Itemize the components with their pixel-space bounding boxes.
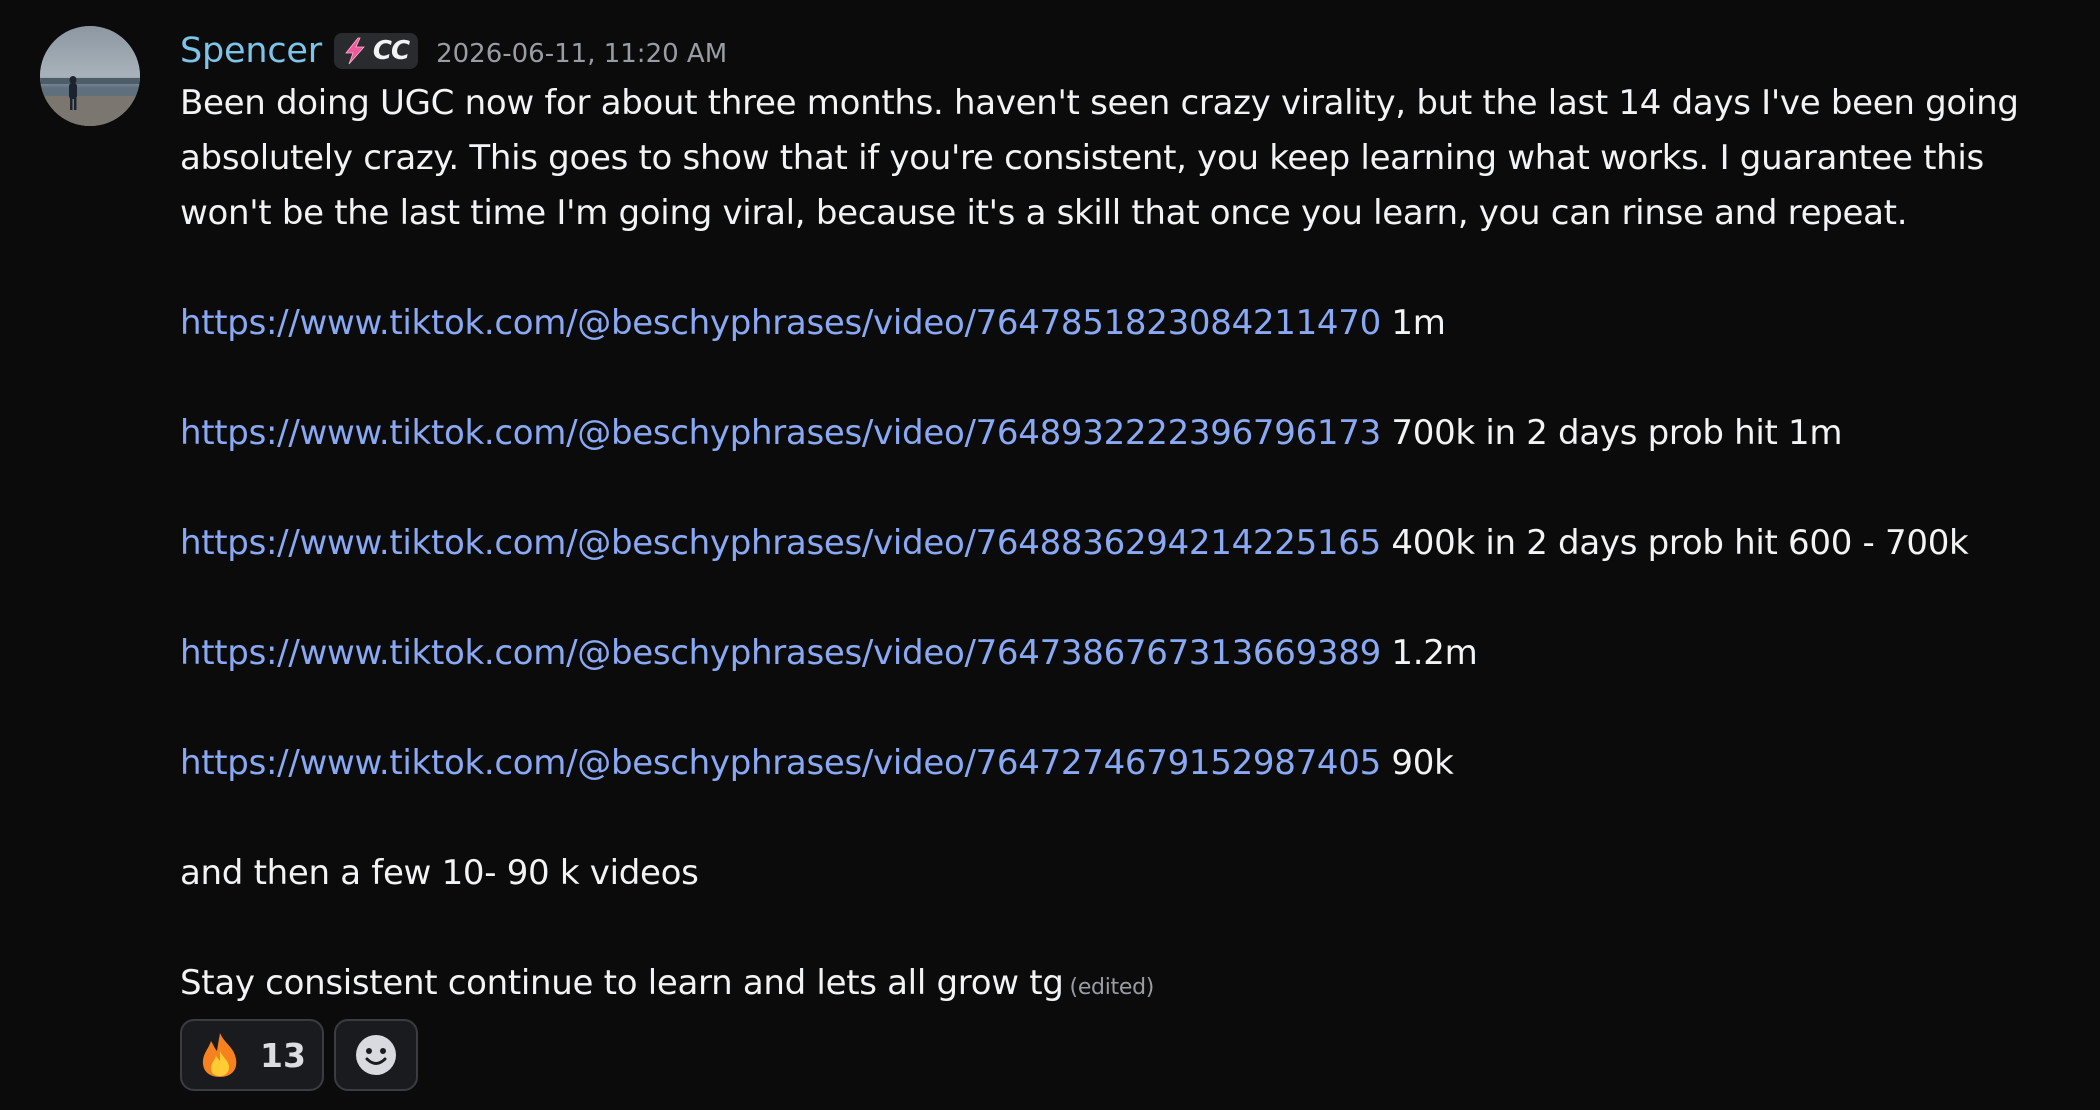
reaction-fire[interactable]: 13 [180, 1019, 324, 1091]
edited-label: (edited) [1069, 975, 1155, 1000]
tiktok-link[interactable]: https://www.tiktok.com/@beschyphrases/vi… [180, 523, 1381, 563]
link-line: https://www.tiktok.com/@beschyphrases/vi… [180, 626, 2080, 681]
message-header: Spencer CC 2026-06-11, 11:20 AM [180, 24, 2080, 78]
fire-icon [202, 1033, 237, 1077]
avatar-image [40, 26, 140, 126]
message-body: Been doing UGC now for about three month… [180, 76, 2080, 1015]
username[interactable]: Spencer [180, 31, 322, 71]
message-content: Spencer CC 2026-06-11, 11:20 AM Been doi… [180, 24, 2080, 1091]
link-note: 90k [1391, 743, 1454, 783]
message-intro: Been doing UGC now for about three month… [180, 83, 2019, 233]
lightning-bolt-icon [345, 37, 365, 65]
tiktok-link[interactable]: https://www.tiktok.com/@beschyphrases/vi… [180, 743, 1381, 783]
message-extra: and then a few 10- 90 k videos [180, 853, 699, 893]
reaction-count: 13 [260, 1035, 306, 1075]
link-note: 400k in 2 days prob hit 600 - 700k [1391, 523, 1969, 563]
link-line: https://www.tiktok.com/@beschyphrases/vi… [180, 516, 2080, 571]
link-note: 1m [1391, 303, 1446, 343]
role-badge-label: CC [372, 36, 410, 66]
tiktok-link[interactable]: https://www.tiktok.com/@beschyphrases/vi… [180, 303, 1381, 343]
tiktok-link[interactable]: https://www.tiktok.com/@beschyphrases/vi… [180, 413, 1381, 453]
link-line: https://www.tiktok.com/@beschyphrases/vi… [180, 406, 2080, 461]
role-badge[interactable]: CC [333, 33, 419, 69]
link-note: 1.2m [1391, 633, 1478, 673]
tiktok-link[interactable]: https://www.tiktok.com/@beschyphrases/vi… [180, 633, 1381, 673]
link-line: https://www.tiktok.com/@beschyphrases/vi… [180, 296, 2080, 351]
smiley-face-icon [355, 1035, 396, 1075]
add-reaction-button[interactable] [333, 1019, 418, 1091]
link-line: https://www.tiktok.com/@beschyphrases/vi… [180, 736, 2080, 791]
message-closing-line: Stay consistent continue to learn and le… [180, 956, 2080, 1015]
link-note: 700k in 2 days prob hit 1m [1391, 413, 1843, 453]
avatar[interactable] [40, 26, 140, 126]
message-closing: Stay consistent continue to learn and le… [180, 963, 1064, 1003]
reactions-bar: 13 [180, 1019, 2080, 1091]
timestamp[interactable]: 2026-06-11, 11:20 AM [436, 33, 727, 69]
